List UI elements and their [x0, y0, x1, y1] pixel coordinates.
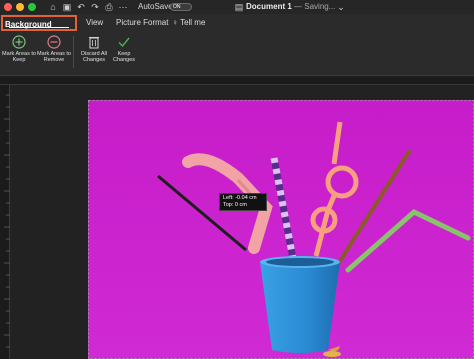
minimize-window-button[interactable] [16, 3, 24, 11]
mark-areas-remove-button[interactable]: Mark Areas to Remove [36, 34, 72, 63]
checkmark-icon [118, 37, 130, 48]
document-title: Document 1 — Saving... [246, 2, 335, 11]
toolbar-divider [73, 36, 74, 68]
save-icon[interactable]: ▣ [62, 2, 72, 12]
vertical-ruler[interactable] [0, 85, 10, 359]
ribbon-tabs: Background Removal View Picture Format ♀… [0, 14, 474, 45]
autosave-label: AutoSave [138, 2, 173, 11]
discard-all-changes-button[interactable]: Discard All Changes [77, 34, 111, 63]
more-icon[interactable]: ⋯ [118, 2, 128, 12]
tab-view[interactable]: View [86, 15, 103, 31]
tab-background-removal[interactable]: Background Removal [1, 15, 77, 45]
cup-with-straws-illustration [88, 100, 474, 359]
mark-remove-label: Mark Areas to Remove [37, 51, 71, 63]
home-icon[interactable]: ⌂ [48, 2, 58, 12]
discard-label: Discard All Changes [81, 51, 107, 63]
zoom-window-button[interactable] [28, 3, 36, 11]
vertical-ruler-ticks [4, 94, 10, 348]
autosave-toggle[interactable]: ON [170, 3, 192, 11]
tooltip-top-value: Top: 0 cm [223, 202, 247, 208]
print-icon[interactable]: ⎙ [104, 2, 114, 12]
keep-label: Keep Changes [112, 51, 136, 63]
tooltip-left-value: Left: -0.04 cm [223, 195, 257, 201]
tab-picture-format[interactable]: Picture Format [116, 15, 168, 31]
mark-remove-icon [47, 35, 61, 49]
undo-icon[interactable]: ↶ [76, 2, 86, 12]
tell-me-search[interactable]: ♀ Tell me [172, 15, 205, 31]
trash-icon [89, 37, 99, 49]
document-name: Document 1 [246, 2, 292, 11]
chevron-down-icon[interactable]: ⌄ [336, 2, 346, 12]
horizontal-ruler[interactable] [0, 77, 474, 90]
mark-areas-keep-button[interactable]: Mark Areas to Keep [2, 34, 36, 63]
lightbulb-icon: ♀ [172, 18, 178, 27]
mark-keep-label: Mark Areas to Keep [2, 51, 36, 63]
mark-keep-icon [12, 35, 26, 49]
close-window-button[interactable] [4, 3, 12, 11]
ribbon-toolbar: Mark Areas to Keep Mark Areas to Remove … [0, 32, 474, 76]
redo-icon[interactable]: ↷ [90, 2, 100, 12]
document-icon: ▤ [234, 2, 244, 12]
document-status: — Saving... [294, 2, 336, 11]
title-bar: ⌂ ▣ ↶ ↷ ⎙ ⋯ AutoSave ON ▤ Document 1 — S… [0, 0, 474, 14]
keep-changes-button[interactable]: Keep Changes [110, 34, 138, 63]
position-tooltip: Left: -0.04 cm Top: 0 cm [219, 193, 267, 211]
autosave-state: ON [173, 4, 181, 10]
tell-me-label: Tell me [180, 18, 206, 27]
background-removal-image[interactable] [88, 100, 474, 359]
